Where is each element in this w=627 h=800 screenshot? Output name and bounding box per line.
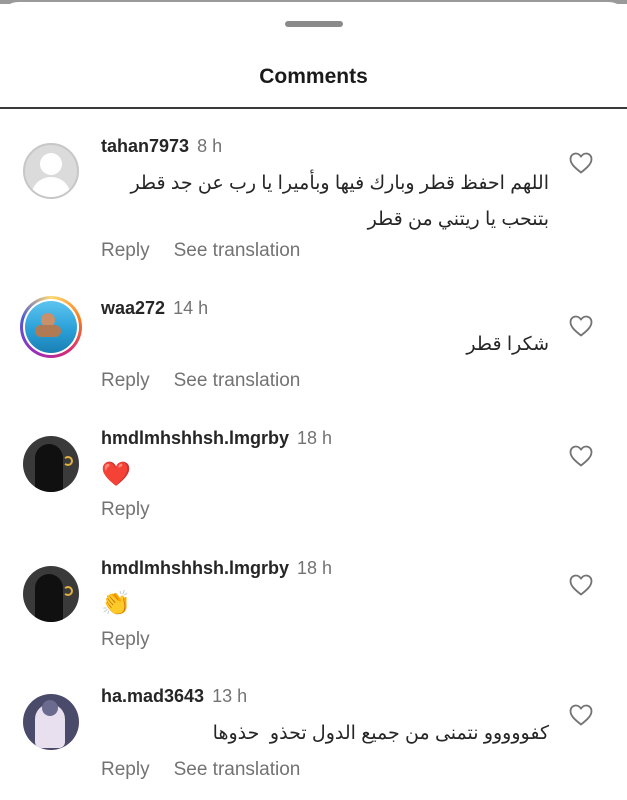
heart-outline-icon	[569, 152, 593, 174]
avatar-silhouette	[35, 444, 63, 492]
comment-actions: Reply See translation	[101, 240, 300, 262]
comment-text: اللهم احفظ قطر وبارك فيها وبأميرا يا رب …	[130, 166, 549, 238]
like-button[interactable]	[569, 152, 593, 174]
comment-actions: Reply	[101, 629, 150, 651]
comment-meta: tahan7973 8 h	[101, 136, 222, 157]
comment-meta: ha.mad3643 13 h	[101, 686, 247, 707]
timestamp: 18 h	[297, 428, 333, 448]
drag-handle[interactable]	[285, 21, 343, 27]
timestamp: 18 h	[297, 558, 333, 578]
username[interactable]: hmdlmhshhsh.lmgrby	[101, 428, 289, 448]
crescent-moon-icon	[63, 586, 73, 596]
comment-text: شكرا قطر	[466, 327, 549, 363]
avatar-silhouette	[35, 574, 63, 622]
reply-button[interactable]: Reply	[101, 370, 150, 391]
comment-meta: waa272 14 h	[101, 298, 208, 319]
comment-actions: Reply See translation	[101, 370, 300, 392]
username[interactable]: waa272	[101, 298, 165, 318]
comment-text-line: شكرا قطر	[466, 334, 549, 355]
avatar-photo-body	[35, 325, 61, 337]
reply-button[interactable]: Reply	[101, 629, 150, 650]
heart-outline-icon	[569, 574, 593, 596]
avatar[interactable]	[23, 436, 79, 492]
comment-meta: hmdlmhshhsh.lmgrby 18 h	[101, 428, 332, 449]
see-translation-button[interactable]: See translation	[174, 759, 301, 780]
comment-text-line: بتنحب يا ريتني من قطر	[367, 209, 549, 230]
like-button[interactable]	[569, 704, 593, 726]
comment-actions: Reply	[101, 499, 150, 521]
avatar-figure-head	[42, 700, 58, 716]
avatar[interactable]	[23, 566, 79, 622]
avatar-photo	[25, 301, 77, 353]
see-translation-button[interactable]: See translation	[174, 240, 301, 261]
avatar[interactable]	[23, 694, 79, 750]
default-avatar-head	[40, 153, 62, 175]
default-avatar-shoulders	[31, 177, 71, 197]
heart-outline-icon	[569, 704, 593, 726]
comment-text: كفووووو نتمنى من جميع الدول تحذو حذوها	[213, 716, 549, 752]
comments-sheet: Comments tahan7973 8 h اللهم احفظ قطر وبا…	[0, 2, 627, 800]
sheet-title: Comments	[259, 65, 368, 88]
username[interactable]: tahan7973	[101, 136, 189, 156]
comment-actions: Reply See translation	[101, 759, 300, 781]
header-divider	[0, 107, 627, 109]
like-button[interactable]	[569, 315, 593, 337]
username[interactable]: hmdlmhshhsh.lmgrby	[101, 558, 289, 578]
timestamp: 8 h	[197, 136, 223, 156]
heart-outline-icon	[569, 315, 593, 337]
timestamp: 14 h	[173, 298, 209, 318]
like-button[interactable]	[569, 574, 593, 596]
see-translation-button[interactable]: See translation	[174, 370, 301, 391]
comment-text-line: كفووووو نتمنى من جميع الدول تحذو حذوها	[212, 723, 549, 744]
like-button[interactable]	[569, 445, 593, 467]
heart-emoji: ❤️	[101, 461, 131, 488]
timestamp: 13 h	[212, 686, 248, 706]
heart-outline-icon	[569, 445, 593, 467]
comment-meta: hmdlmhshhsh.lmgrby 18 h	[101, 558, 332, 579]
comment-text-line: اللهم احفظ قطر وبارك فيها وبأميرا يا رب …	[130, 173, 549, 194]
username[interactable]: ha.mad3643	[101, 686, 204, 706]
reply-button[interactable]: Reply	[101, 759, 150, 780]
avatar[interactable]	[20, 296, 82, 358]
crescent-moon-icon	[63, 456, 73, 466]
reply-button[interactable]: Reply	[101, 240, 150, 261]
avatar-ring-inner	[23, 299, 79, 355]
reply-button[interactable]: Reply	[101, 499, 150, 520]
clapping-emoji: 👏	[101, 590, 131, 617]
avatar[interactable]	[23, 143, 79, 199]
